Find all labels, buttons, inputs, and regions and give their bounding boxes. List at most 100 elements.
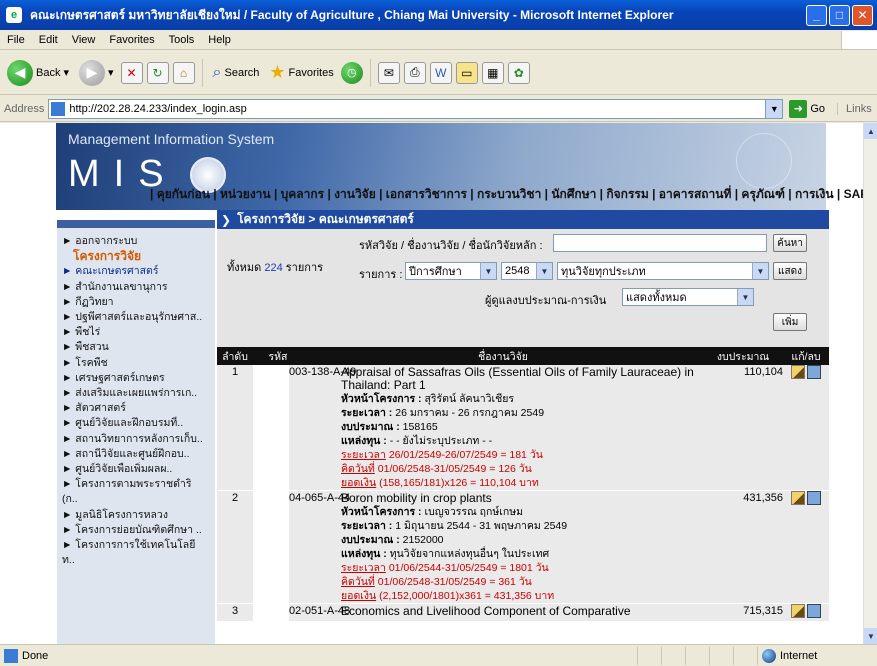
nav-item[interactable]: กระบวนวิชา (477, 187, 541, 201)
sidebar-item[interactable]: ► โครงการตามพระราชดำริ (57, 477, 215, 492)
delete-icon[interactable] (807, 365, 821, 379)
nav-item[interactable]: ครุภัณฑ์ (741, 187, 784, 201)
sidebar-item[interactable]: ท.. (57, 553, 215, 568)
history-icon[interactable]: ◷ (340, 61, 363, 84)
back-button[interactable]: ◀ Back ▾ (4, 55, 72, 91)
menu-tools[interactable]: Tools (162, 34, 202, 46)
refresh-icon[interactable]: ↻ (146, 61, 169, 84)
sidebar-item[interactable]: ► เศรษฐศาสตร์เกษตร (57, 371, 215, 386)
menu-edit[interactable]: Edit (32, 34, 65, 46)
page-icon (51, 101, 66, 116)
nav-item[interactable]: อาคารสถานที่ (659, 187, 732, 201)
favorites-label: Favorites (288, 66, 334, 79)
favorites-button[interactable]: ★ Favorites (266, 55, 336, 91)
chevron-down-icon: ▼ (737, 289, 753, 305)
edit-icon[interactable] (791, 365, 805, 379)
row-actions (783, 603, 829, 622)
window-title: คณะเกษตรศาสตร์ มหาวิทยาลัยเชียงใหม่ / Fa… (30, 7, 674, 22)
scroll-up-icon[interactable]: ▲ (864, 123, 877, 139)
search-button[interactable]: ⌕ Search (210, 55, 263, 91)
edit-icon[interactable]: W (429, 61, 452, 84)
sidebar-item[interactable]: ► พืชไร่ (57, 325, 215, 340)
sidebar-item[interactable]: ► ศูนย์วิจัยเพื่อเพิ่มผลผ.. (57, 462, 215, 477)
nav-item[interactable]: กิจกรรม (606, 187, 648, 201)
col-header: รหัส (253, 347, 303, 365)
sidebar-item[interactable]: ► โครงการการใช้เทคโนโลยี (57, 538, 215, 553)
print-icon[interactable]: ⎙ (403, 61, 426, 84)
mail-icon[interactable]: ✉ (377, 61, 400, 84)
go-button[interactable]: ➜ Go (789, 99, 825, 118)
col-header: ชื่องานวิจัย (303, 347, 703, 365)
research-icon[interactable]: ▦ (481, 61, 504, 84)
sidebar-item[interactable]: ► กีฏวิทยา (57, 295, 215, 310)
row-code: 02-051-A-48 (289, 603, 350, 622)
sidebar: ► ออกจากระบบ โครงการวิจัย ► คณะเกษตรศาสต… (57, 220, 215, 644)
nav-item[interactable]: งานวิจัย (334, 187, 376, 201)
sidebar-item[interactable]: ► สถานวิทยาการหลังการเก็บ.. (57, 432, 215, 447)
links-button[interactable]: Links (837, 102, 872, 115)
status-bar: Done Internet (0, 644, 877, 666)
nav-item[interactable]: การเงิน (795, 187, 834, 201)
nav-item[interactable]: บุคลากร (281, 187, 324, 201)
menu-favorites[interactable]: Favorites (102, 34, 161, 46)
sidebar-item[interactable]: ► มูลนิธิโครงการหลวง (57, 508, 215, 523)
nav-item[interactable]: หน่วยงาน (220, 187, 271, 201)
messenger-icon[interactable]: ✿ (507, 61, 530, 84)
maximize-button[interactable]: □ (829, 4, 850, 26)
scroll-down-icon[interactable]: ▼ (864, 628, 877, 644)
search-icon: ⌕ (212, 63, 222, 81)
delete-icon[interactable] (807, 491, 821, 505)
minimize-button[interactable]: _ (806, 4, 827, 26)
sidebar-item[interactable]: ► ศูนย์วิจัยและฝึกอบรมที่.. (57, 416, 215, 431)
sidebar-item[interactable]: ► โครงการย่อยบัณฑิตศึกษา .. (57, 523, 215, 538)
nav-item[interactable]: เอกสารวิชาการ (386, 187, 467, 201)
sidebar-item[interactable]: ► สัตวศาสตร์ (57, 401, 215, 416)
year-select[interactable]: 2548 ▼ (501, 262, 553, 280)
sidebar-item[interactable]: ► สำนักงานเลขานุการ (57, 280, 215, 295)
chevron-down-icon: ▼ (752, 263, 768, 279)
delete-icon[interactable] (807, 604, 821, 618)
forward-button[interactable]: ▶ ▾ (76, 55, 117, 91)
nav-item[interactable]: คุยกันก่อน (157, 187, 210, 201)
sidebar-item-faculty[interactable]: ► คณะเกษตรศาสตร์ (57, 264, 215, 279)
sidebar-item[interactable]: ► ปฐพีศาสตร์และอนุรักษศาส.. (57, 310, 215, 325)
add-button[interactable]: เพิ่ม (773, 313, 807, 331)
address-dropdown-icon[interactable]: ▼ (765, 99, 783, 118)
edit-icon[interactable] (791, 491, 805, 505)
page-viewport: Management Information System MIS | คุยก… (0, 123, 863, 644)
sidebar-item-logout[interactable]: ► ออกจากระบบ (57, 234, 215, 249)
menu-help[interactable]: Help (201, 34, 238, 46)
breadcrumb: ❯ โครงการวิจัย > คณะเกษตรศาสตร์ (217, 210, 829, 229)
nav-item[interactable]: SAR (844, 187, 863, 201)
close-button[interactable]: ✕ (852, 4, 873, 26)
sidebar-item[interactable]: ► พืชสวน (57, 340, 215, 355)
menu-file[interactable]: File (0, 34, 32, 46)
sidebar-item[interactable]: (ก.. (57, 492, 215, 507)
year-type-select[interactable]: ปีการศึกษา ▼ (405, 262, 497, 280)
chevron-right-icon: ❯ (221, 212, 232, 227)
search-input[interactable] (553, 234, 767, 252)
row-number: 1 (217, 365, 253, 491)
back-label: Back (36, 66, 61, 79)
edit-icon[interactable] (791, 604, 805, 618)
row-budget: 715,315 (703, 603, 783, 622)
address-input[interactable]: http://202.28.24.233/index_login.asp ▼ (48, 98, 784, 119)
chevron-down-icon: ▼ (536, 263, 552, 279)
search-button[interactable]: ค้นหา (773, 234, 807, 252)
sidebar-item[interactable]: ► โรคพืช (57, 356, 215, 371)
menu-view[interactable]: View (65, 34, 103, 46)
vertical-scrollbar[interactable]: ▲ ▼ (863, 123, 877, 644)
top-nav: | คุยกันก่อน | หน่วยงาน | บุคลากร | งานว… (150, 185, 863, 204)
sidebar-item[interactable]: ► สถานีวิจัยและศูนย์ฝึกอบ.. (57, 447, 215, 462)
show-button[interactable]: แสดง (773, 262, 807, 280)
sidebar-item[interactable]: ► ส่งเสริมและเผยแพร่การเก.. (57, 386, 215, 401)
discuss-icon[interactable]: ▭ (455, 61, 478, 84)
fund-select[interactable]: ทุนวิจัยทุกประเภท ▼ (557, 262, 769, 280)
stop-icon[interactable]: ✕ (120, 61, 143, 84)
address-label: Address (4, 102, 45, 115)
table-row: 1 003-138-A-49 Appraisal of Sassafras Oi… (217, 365, 829, 491)
row-budget: 110,104 (703, 365, 783, 491)
nav-item[interactable]: นักศึกษา (551, 187, 596, 201)
owner-select[interactable]: แสดงทั้งหมด ▼ (622, 288, 754, 306)
home-icon[interactable]: ⌂ (172, 61, 195, 84)
